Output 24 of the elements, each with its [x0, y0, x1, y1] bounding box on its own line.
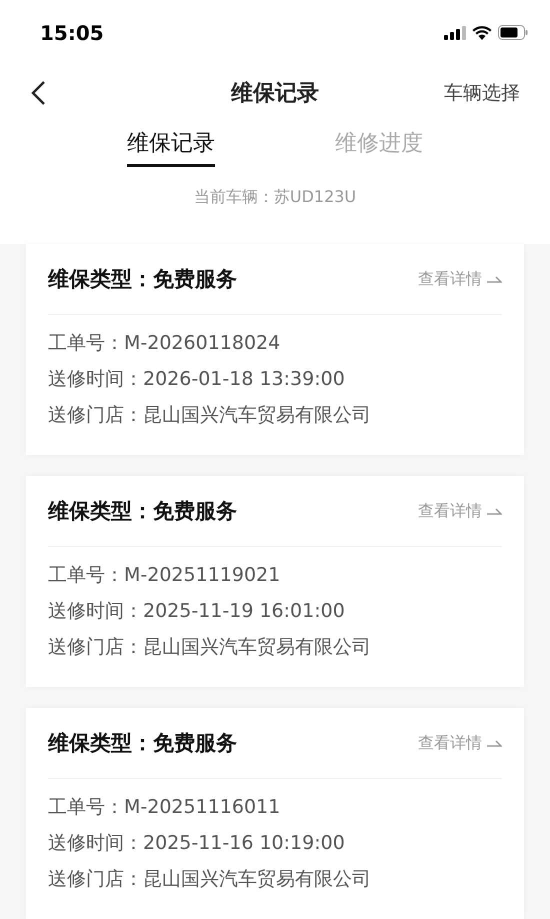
service-time: 送修时间：2026-01-18 13:39:00	[48, 367, 346, 392]
back-icon[interactable]	[30, 80, 46, 106]
signal-icon	[444, 26, 466, 40]
maintenance-type: 维保类型：免费服务	[48, 498, 237, 525]
current-vehicle: 当前车辆：苏UD123U	[0, 167, 550, 244]
service-store: 送修门店：昆山国兴汽车贸易有限公司	[48, 867, 372, 892]
order-number: 工单号：M-20251119021	[48, 563, 282, 588]
status-time: 15:05	[40, 20, 104, 44]
battery-icon	[498, 25, 528, 40]
order-number: 工单号：M-20251116011	[48, 795, 282, 820]
page-title: 维保记录	[231, 80, 319, 108]
wifi-icon	[472, 25, 492, 40]
service-store: 送修门店：昆山国兴汽车贸易有限公司	[48, 403, 372, 428]
view-details-link[interactable]: 查看详情	[418, 500, 502, 522]
service-time: 送修时间：2025-11-19 16:01:00	[48, 599, 346, 624]
vehicle-select-button[interactable]: 车辆选择	[444, 80, 520, 106]
service-store: 送修门店：昆山国兴汽车贸易有限公司	[48, 635, 372, 660]
view-details-link[interactable]: 查看详情	[418, 268, 502, 290]
tab[interactable]: 维修进度	[335, 128, 423, 167]
maintenance-type: 维保类型：免费服务	[48, 266, 237, 293]
order-number: 工单号：M-20260118024	[48, 331, 282, 356]
view-details-link[interactable]: 查看详情	[418, 732, 502, 754]
service-time: 送修时间：2025-11-16 10:19:00	[48, 831, 346, 856]
maintenance-type: 维保类型：免费服务	[48, 730, 237, 757]
